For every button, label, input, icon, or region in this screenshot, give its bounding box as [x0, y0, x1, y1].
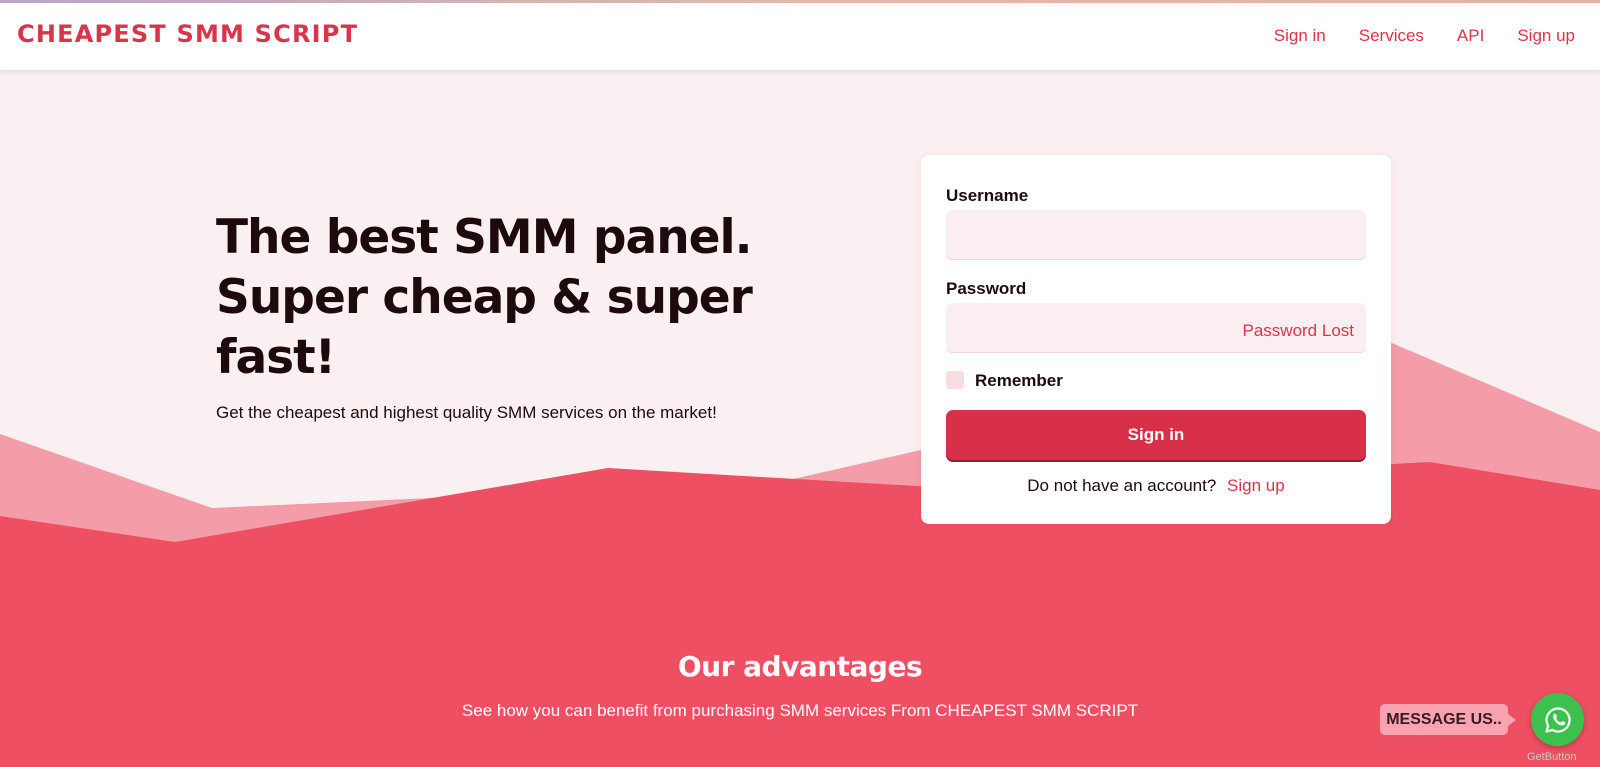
message-us-bubble[interactable]: MESSAGE US.. [1380, 704, 1516, 735]
sign-up-link[interactable]: Sign up [1227, 476, 1285, 495]
brand-logo[interactable]: CHEAPEST SMM SCRIPT [17, 20, 358, 48]
username-label: Username [946, 186, 1029, 205]
hero-title: The best SMM panel. Super cheap & super … [216, 210, 753, 385]
navbar: CHEAPEST SMM SCRIPT Sign in Services API… [0, 2, 1600, 70]
signup-prompt-row: Do not have an account? Sign up [921, 476, 1391, 496]
username-input[interactable] [946, 210, 1366, 260]
hero-subtitle: Get the cheapest and highest quality SMM… [216, 403, 717, 422]
no-account-text: Do not have an account? [1027, 476, 1217, 495]
password-label: Password [946, 279, 1027, 298]
password-lost-link[interactable]: Password Lost [1243, 321, 1355, 341]
hero-section: The best SMM panel. Super cheap & super … [216, 208, 856, 423]
page: CHEAPEST SMM SCRIPT Sign in Services API… [0, 0, 1600, 767]
nav-api[interactable]: API [1457, 26, 1484, 46]
whatsapp-icon [1544, 706, 1571, 733]
getbutton-credit[interactable]: GetButton [1527, 751, 1577, 763]
advantages-subtitle: See how you can benefit from purchasing … [461, 701, 1139, 720]
nav-sign-in[interactable]: Sign in [1274, 26, 1326, 46]
advantages-title: Our advantages [677, 650, 923, 683]
nav-sign-up[interactable]: Sign up [1517, 26, 1575, 46]
nav-links: Sign in Services API Sign up [1274, 26, 1575, 46]
top-accent-bar [0, 0, 1600, 3]
nav-services[interactable]: Services [1359, 26, 1424, 46]
whatsapp-button[interactable] [1531, 693, 1584, 746]
sign-in-button[interactable]: Sign in [946, 410, 1366, 460]
login-card: Username Password Password Lost Remember… [921, 155, 1391, 524]
remember-label[interactable]: Remember [975, 371, 1063, 391]
remember-checkbox[interactable] [946, 371, 964, 389]
advantages-section: Our advantages See how you can benefit f… [0, 650, 1600, 721]
